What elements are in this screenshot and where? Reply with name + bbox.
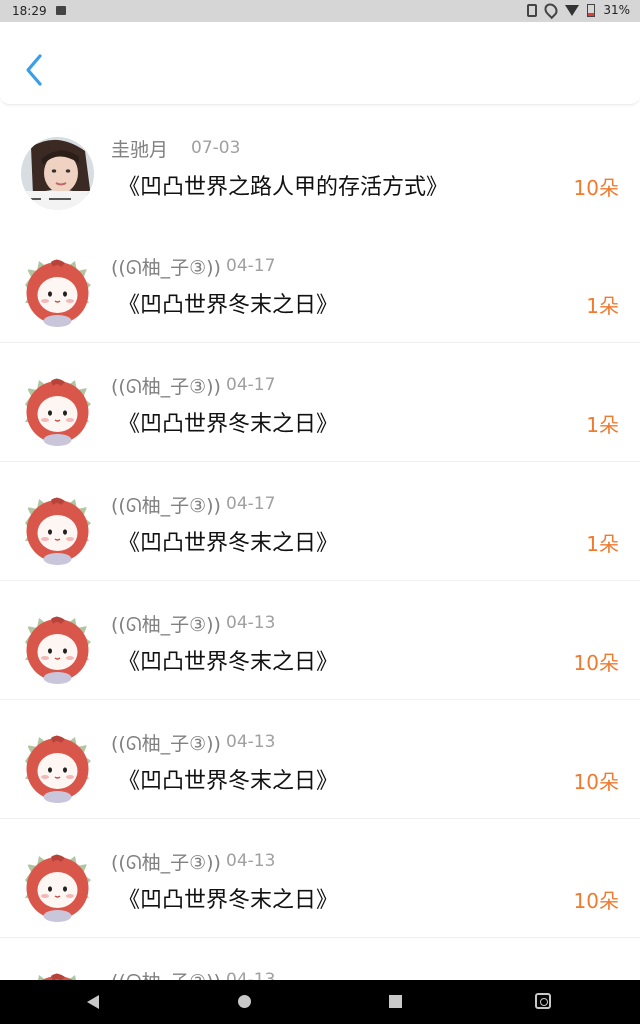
header bbox=[0, 22, 640, 105]
user-name: ((ᘏ柚_子③)) bbox=[111, 733, 221, 755]
avatar-creature-icon bbox=[21, 612, 94, 685]
reward-list[interactable]: 圭驰月 07-03 《凹凸世界之路人甲的存活方式》 10朵 ((ᘏ柚_子③)) 04-17… bbox=[0, 106, 640, 980]
vibrate-icon bbox=[527, 3, 538, 17]
status-icons: 31% bbox=[527, 0, 630, 20]
back-button[interactable] bbox=[20, 52, 50, 88]
reward-date: 04-17 bbox=[226, 375, 276, 395]
reward-date: 04-13 bbox=[226, 970, 276, 980]
reward-date: 04-17 bbox=[226, 256, 276, 276]
avatar-creature-icon bbox=[21, 255, 94, 328]
list-item[interactable]: ((ᘏ柚_子③)) 04-13 《凹凸世界冬末之日》 10朵 bbox=[0, 581, 640, 700]
avatar[interactable] bbox=[21, 493, 94, 566]
chevron-left-icon bbox=[26, 54, 42, 86]
list-item[interactable]: ((ᘏ柚_子③)) 04-17 《凹凸世界冬末之日》 1朵 bbox=[0, 462, 640, 581]
book-title: 《凹凸世界冬末之日》 bbox=[118, 650, 339, 675]
avatar[interactable] bbox=[21, 137, 94, 210]
book-title: 《凹凸世界之路人甲的存活方式》 bbox=[118, 175, 449, 200]
list-item[interactable]: ((ᘏ柚_子③)) 04-17 《凹凸世界冬末之日》 1朵 bbox=[0, 343, 640, 462]
avatar[interactable] bbox=[21, 374, 94, 447]
flower-count: 10朵 bbox=[573, 651, 619, 675]
book-title: 《凹凸世界冬末之日》 bbox=[118, 769, 339, 794]
reward-date: 07-03 bbox=[191, 138, 241, 158]
flower-count: 10朵 bbox=[573, 889, 619, 913]
list-item[interactable]: ((ᘏ柚_子③)) 04-17 《凹凸世界冬末之日》 1朵 bbox=[0, 224, 640, 343]
avatar-creature-icon bbox=[21, 969, 94, 980]
status-bar: 18:29 31% bbox=[0, 0, 640, 22]
avatar[interactable] bbox=[21, 612, 94, 685]
flower-count: 1朵 bbox=[586, 294, 619, 318]
battery-percent: 31% bbox=[603, 3, 630, 17]
user-name: ((ᘏ柚_子③)) bbox=[111, 495, 221, 517]
avatar-creature-icon bbox=[21, 850, 94, 923]
book-title: 《凹凸世界冬末之日》 bbox=[118, 888, 339, 913]
book-title: 《凹凸世界冬末之日》 bbox=[118, 293, 339, 318]
user-name: 圭驰月 bbox=[111, 139, 169, 161]
flower-count: 1朵 bbox=[586, 532, 619, 556]
status-time: 18:29 bbox=[12, 4, 47, 18]
list-item[interactable]: ((ᘏ柚_子③)) 04-13 《凹凸世界冬末之日》 10朵 bbox=[0, 819, 640, 938]
book-title: 《凹凸世界冬末之日》 bbox=[118, 412, 339, 437]
user-name: ((ᘏ柚_子③)) bbox=[111, 614, 221, 636]
reward-date: 04-13 bbox=[226, 732, 276, 752]
user-name: ((ᘏ柚_子③)) bbox=[111, 852, 221, 874]
reward-date: 04-17 bbox=[226, 494, 276, 514]
avatar[interactable] bbox=[21, 850, 94, 923]
user-name: ((ᘏ柚_子③)) bbox=[111, 257, 221, 279]
flower-count: 10朵 bbox=[573, 176, 619, 200]
flower-count: 1朵 bbox=[586, 413, 619, 437]
back-triangle-icon[interactable] bbox=[87, 995, 99, 1009]
list-item[interactable]: 圭驰月 07-03 《凹凸世界之路人甲的存活方式》 10朵 bbox=[0, 106, 640, 224]
screenshot-icon[interactable] bbox=[535, 993, 551, 1009]
avatar-creature-icon bbox=[21, 731, 94, 804]
avatar-creature-icon bbox=[21, 493, 94, 566]
book-title: 《凹凸世界冬末之日》 bbox=[118, 531, 339, 556]
battery-icon bbox=[587, 3, 596, 17]
home-circle-icon[interactable] bbox=[238, 995, 251, 1008]
list-item[interactable]: ((ᘏ柚_子③)) 04-13 bbox=[0, 938, 640, 980]
reward-date: 04-13 bbox=[226, 851, 276, 871]
avatar-photo-icon bbox=[21, 137, 94, 210]
avatar-creature-icon bbox=[21, 374, 94, 447]
avatar[interactable] bbox=[21, 731, 94, 804]
image-icon bbox=[56, 6, 66, 15]
wifi-icon bbox=[565, 4, 580, 16]
navigation-bar bbox=[0, 980, 640, 1024]
avatar[interactable] bbox=[21, 969, 94, 980]
avatar[interactable] bbox=[21, 255, 94, 328]
location-icon bbox=[542, 0, 561, 20]
flower-count: 10朵 bbox=[573, 770, 619, 794]
user-name: ((ᘏ柚_子③)) bbox=[111, 967, 221, 980]
reward-date: 04-13 bbox=[226, 613, 276, 633]
recent-square-icon[interactable] bbox=[389, 995, 402, 1008]
list-item[interactable]: ((ᘏ柚_子③)) 04-13 《凹凸世界冬末之日》 10朵 bbox=[0, 700, 640, 819]
user-name: ((ᘏ柚_子③)) bbox=[111, 376, 221, 398]
